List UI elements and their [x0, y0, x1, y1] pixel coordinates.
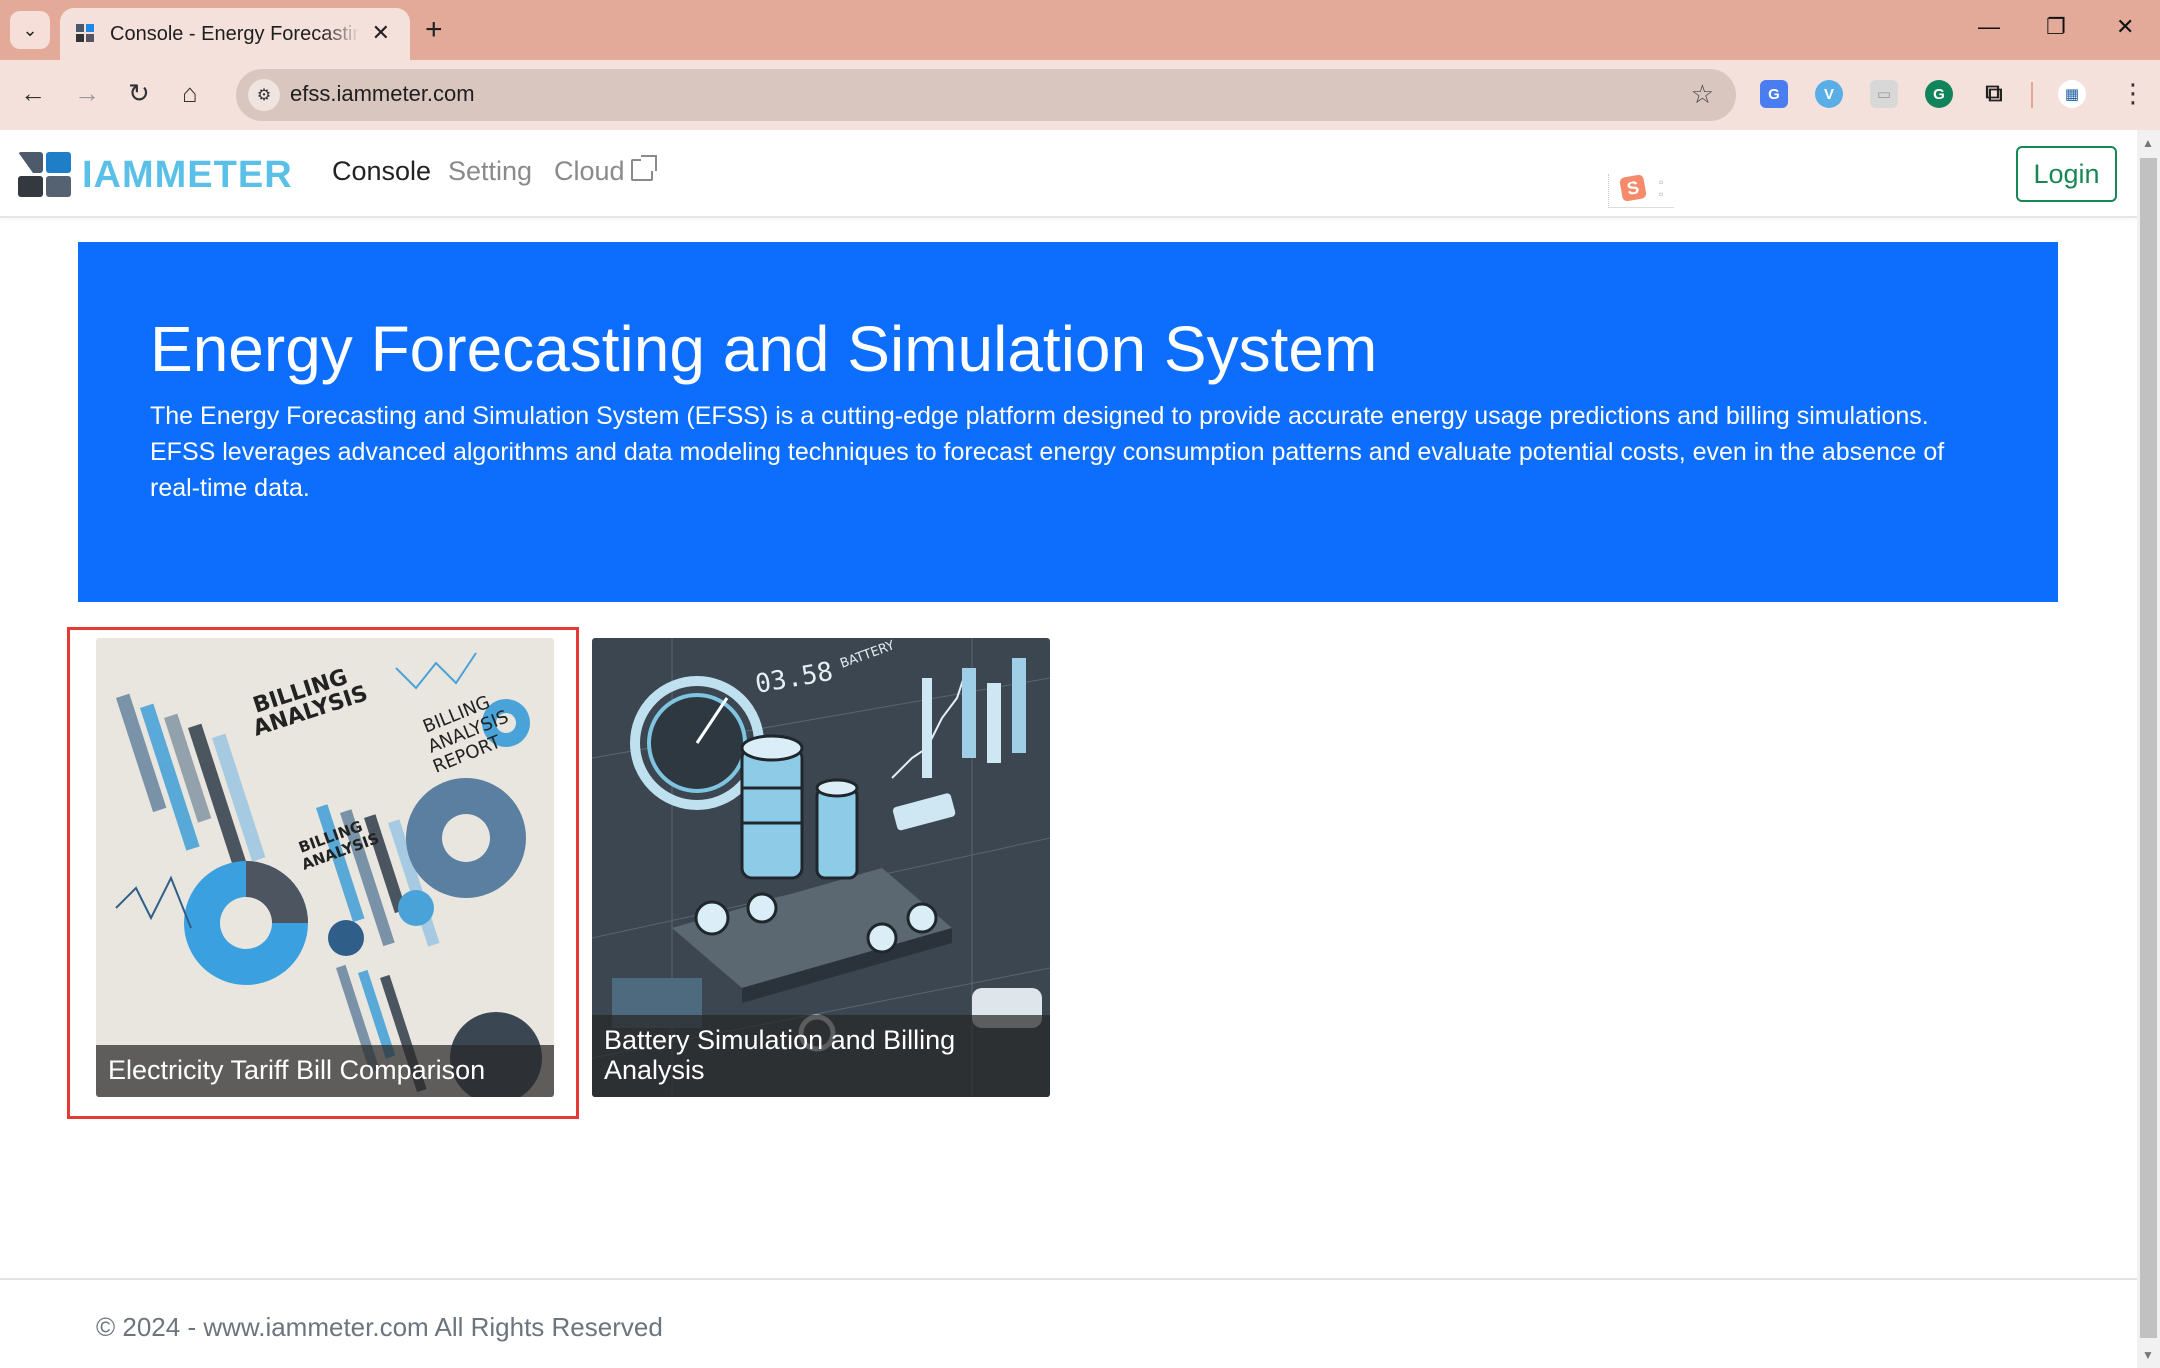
grammarly-icon[interactable]: G [1925, 80, 1953, 108]
card-title: Battery Simulation and Billing Analysis [592, 1015, 1050, 1097]
billing-analysis-image: BILLING ANALYSIS BILLING ANALYSIS REPORT… [96, 638, 554, 1097]
new-tab-button[interactable]: + [425, 12, 443, 48]
brand-logo[interactable]: IAMMETER [18, 152, 293, 198]
external-link-icon [630, 155, 657, 181]
favicon-icon [76, 24, 96, 44]
site-footer: © 2024 - www.iammeter.com All Rights Res… [0, 1278, 2137, 1368]
hero-title: Energy Forecasting and Simulation System [150, 313, 1378, 385]
site-info-icon[interactable]: ⚙ [248, 79, 280, 111]
restore-icon[interactable]: ❐ [2046, 14, 2066, 40]
card-title: Electricity Tariff Bill Comparison [96, 1045, 554, 1097]
url-text[interactable]: efss.iammeter.com [290, 81, 475, 107]
google-translate-icon[interactable]: G [1760, 80, 1788, 108]
back-icon[interactable]: ← [20, 78, 46, 108]
bookmark-star-icon[interactable]: ☆ [1691, 79, 1714, 110]
reload-icon[interactable]: ↻ [128, 78, 150, 108]
nav-link-cloud-label: Cloud [554, 156, 625, 186]
browser-toolbar: ← → ↻ ⌂ ⚙ efss.iammeter.com ☆ G V ▭ G ⧉ … [0, 60, 2160, 130]
close-window-icon[interactable]: ✕ [2116, 14, 2134, 40]
card-battery-simulation[interactable]: 03.58 BATTERY Battery Simulation and Bil… [592, 638, 1050, 1097]
home-icon[interactable]: ⌂ [182, 78, 198, 108]
hero-banner: Energy Forecasting and Simulation System… [78, 242, 2058, 602]
iammeter-logo-icon [18, 152, 74, 198]
browser-tab-bar: ⌄ Console - Energy Forecasting and Simul… [0, 0, 2160, 60]
screenshot-extension-icon[interactable]: ▭ [1870, 80, 1898, 108]
minimize-icon[interactable]: — [1978, 14, 2000, 40]
tab-title: Console - Energy Forecasting and Simulat… [110, 22, 360, 45]
nav-link-cloud[interactable]: Cloud [554, 155, 657, 187]
extensions-puzzle-icon[interactable]: ⧉ [1980, 80, 2008, 108]
browser-menu-icon[interactable]: ⋮ [2120, 78, 2146, 108]
address-bar[interactable]: ⚙ efss.iammeter.com ☆ [236, 69, 1736, 121]
toolbar-divider [2031, 82, 2033, 108]
hero-description: The Energy Forecasting and Simulation Sy… [150, 402, 1945, 503]
sogou-ime-icon: S [1619, 174, 1647, 202]
copyright-text: © 2024 - www.iammeter.com All Rights Res… [96, 1312, 663, 1342]
page-content: IAMMETER Console Setting Cloud S ▫ ▫ Logi… [0, 130, 2137, 1368]
profile-avatar-icon[interactable]: ▦ [2058, 80, 2086, 108]
forward-icon[interactable]: → [74, 78, 100, 108]
login-button[interactable]: Login [2016, 146, 2117, 202]
nav-link-console[interactable]: Console [332, 156, 431, 187]
tab-search-button[interactable]: ⌄ [10, 11, 50, 49]
scroll-down-icon[interactable]: ▼ [2142, 1348, 2154, 1362]
card-electricity-tariff[interactable]: BILLING ANALYSIS BILLING ANALYSIS REPORT… [96, 638, 554, 1097]
brand-name: IAMMETER [82, 153, 293, 196]
chevron-down-icon: ⌄ [22, 19, 38, 40]
nav-link-setting[interactable]: Setting [448, 156, 532, 187]
ime-toolbar[interactable]: S ▫ ▫ [1608, 174, 1674, 208]
ime-handle-icon: ▫ ▫ [1659, 175, 1664, 201]
browser-tab[interactable]: Console - Energy Forecasting and Simulat… [60, 8, 410, 60]
page-scrollbar[interactable]: ▲ ▼ [2137, 130, 2160, 1368]
close-tab-icon[interactable]: ✕ [372, 20, 390, 46]
v-extension-icon[interactable]: V [1815, 80, 1843, 108]
site-navbar: IAMMETER Console Setting Cloud S ▫ ▫ Logi… [0, 130, 2137, 218]
scroll-up-icon[interactable]: ▲ [2142, 136, 2154, 150]
scrollbar-thumb[interactable] [2140, 158, 2157, 1338]
